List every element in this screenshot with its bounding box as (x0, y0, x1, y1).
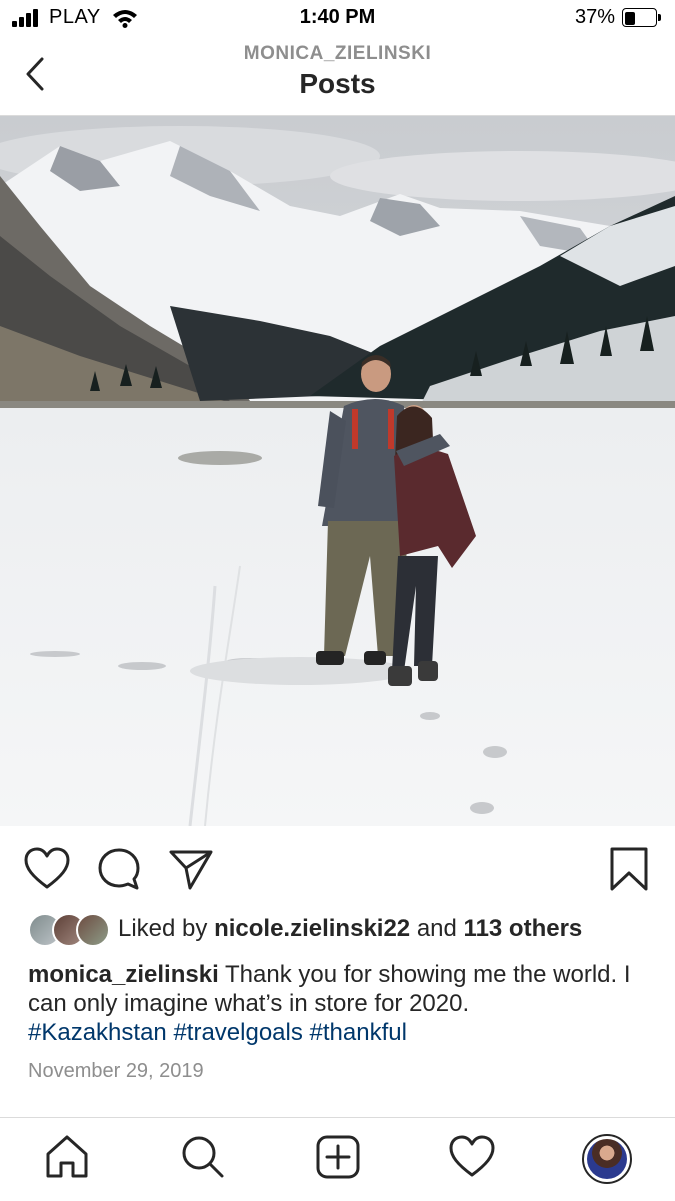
hashtag-link[interactable]: #Kazakhstan (28, 1019, 167, 1046)
likes-summary[interactable]: Liked by nicole.zielinski22 and 113 othe… (118, 915, 582, 943)
tab-search[interactable] (178, 1132, 228, 1182)
profile-username: MONICA_ZIELINSKI (243, 43, 432, 64)
battery-percent: 37% (575, 6, 616, 28)
paper-plane-icon (169, 850, 213, 890)
liked-by-avatars[interactable] (28, 913, 110, 947)
share-button[interactable] (166, 844, 216, 894)
like-button[interactable] (22, 844, 72, 894)
likes-prefix: Liked by (118, 915, 215, 942)
comment-button[interactable] (94, 844, 144, 894)
tab-profile[interactable] (582, 1134, 632, 1184)
avatar (76, 913, 110, 947)
comment-bubble-icon (98, 848, 140, 890)
post-photo[interactable] (0, 116, 675, 826)
clock-time: 1:40 PM (299, 6, 376, 28)
heart-icon (24, 847, 70, 889)
bottom-tab-bar (0, 1117, 675, 1201)
likes-others-link[interactable]: 113 others (464, 915, 583, 942)
profile-avatar-icon (587, 1139, 627, 1179)
status-bar: PLAY 1:40 PM 37% (0, 0, 675, 36)
liked-by-user-link[interactable]: nicole.zielinski22 (214, 915, 410, 942)
tab-activity[interactable] (447, 1132, 497, 1182)
post-date: November 29, 2019 (28, 1060, 204, 1082)
hashtag-link[interactable]: #travelgoals (173, 1019, 302, 1046)
bookmark-icon (610, 847, 648, 891)
heart-icon (449, 1135, 495, 1177)
tab-new-post[interactable] (313, 1132, 363, 1182)
tab-home[interactable] (42, 1132, 92, 1182)
plus-square-icon (316, 1135, 360, 1179)
page-title: Posts (299, 68, 376, 99)
likes-middle: and (410, 915, 464, 942)
post-image (0, 116, 675, 826)
nav-header: MONICA_ZIELINSKI Posts (0, 36, 675, 116)
caption-username-link[interactable]: monica_zielinski (28, 961, 219, 988)
save-button[interactable] (604, 844, 654, 894)
search-icon (182, 1136, 224, 1178)
home-icon (46, 1135, 88, 1178)
battery-icon (622, 8, 661, 27)
post-caption: monica_zielinski Thank you for showing m… (28, 960, 648, 1047)
hashtag-link[interactable]: #thankful (310, 1019, 407, 1046)
